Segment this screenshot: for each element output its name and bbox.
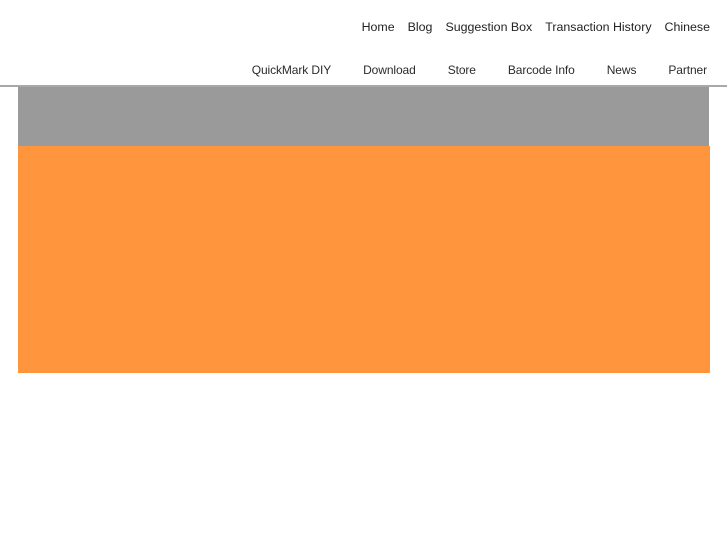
top-nav-list: Home Blog Suggestion Box Transaction His… (362, 20, 710, 35)
nav-store[interactable]: Store (448, 63, 476, 77)
nav-transaction-history[interactable]: Transaction History (545, 20, 651, 35)
header-banner-placeholder (18, 87, 709, 146)
main-nav-list: QuickMark DIY Download Store Barcode Inf… (252, 63, 707, 77)
nav-download[interactable]: Download (363, 63, 416, 77)
nav-home[interactable]: Home (362, 20, 395, 35)
main-banner-placeholder (18, 146, 710, 373)
main-navigation-bar: QuickMark DIY Download Store Barcode Inf… (0, 55, 727, 87)
nav-chinese[interactable]: Chinese (665, 20, 710, 35)
top-utility-navigation: Home Blog Suggestion Box Transaction His… (0, 0, 727, 55)
nav-barcode-info[interactable]: Barcode Info (508, 63, 575, 77)
nav-news[interactable]: News (607, 63, 637, 77)
nav-suggestion-box[interactable]: Suggestion Box (445, 20, 532, 35)
nav-blog[interactable]: Blog (408, 20, 433, 35)
nav-partner[interactable]: Partner (668, 63, 707, 77)
nav-quickmark-diy[interactable]: QuickMark DIY (252, 63, 331, 77)
